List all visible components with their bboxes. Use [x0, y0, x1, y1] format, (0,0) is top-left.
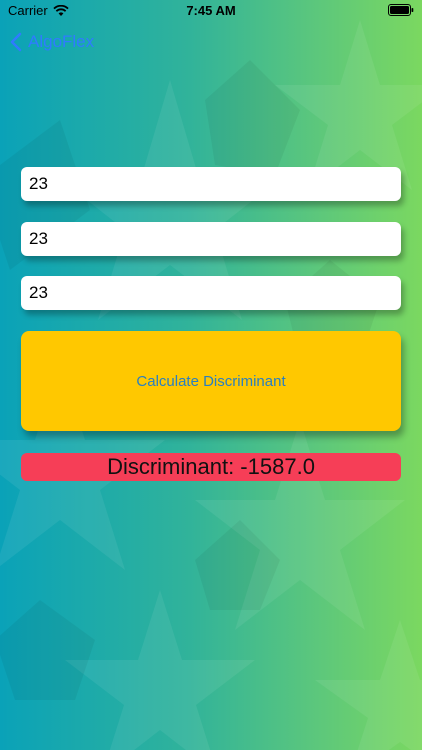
status-right — [388, 4, 414, 19]
coefficient-c-input[interactable] — [21, 276, 401, 310]
battery-icon — [388, 4, 414, 16]
discriminant-result-label: Discriminant: -1587.0 — [21, 453, 401, 481]
chevron-left-icon — [10, 32, 22, 52]
calculate-discriminant-button[interactable]: Calculate Discriminant — [21, 331, 401, 431]
status-time: 7:45 AM — [186, 3, 236, 18]
status-bar: Carrier 7:45 AM — [0, 0, 422, 22]
back-button-label: AlgoFlex — [28, 32, 95, 51]
navigation-bar: AlgoFlex — [0, 22, 422, 66]
coefficient-b-input[interactable] — [21, 222, 401, 256]
coefficient-a-input[interactable] — [21, 167, 401, 201]
back-button[interactable]: AlgoFlex — [10, 32, 94, 52]
